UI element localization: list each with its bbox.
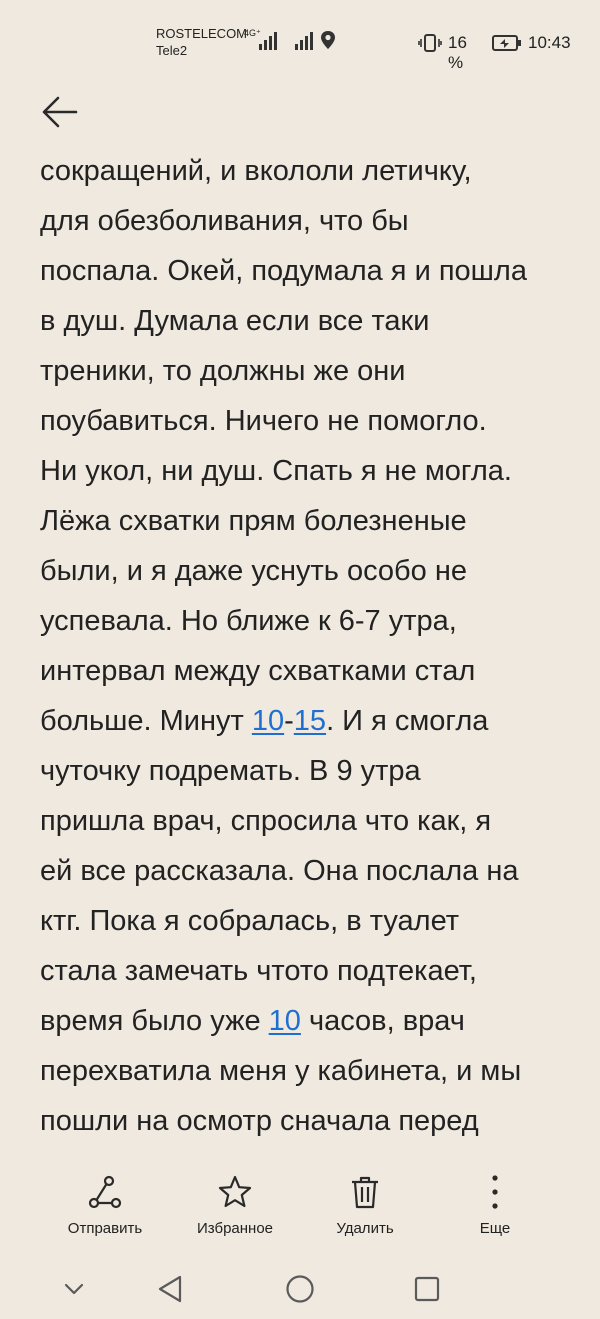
more-button[interactable]: Еще xyxy=(430,1168,560,1248)
note-text-segment: сокращений, и вкололи летичку, для обезб… xyxy=(40,155,527,737)
more-vertical-icon xyxy=(492,1175,498,1209)
vibrate-icon xyxy=(418,34,442,52)
send-button[interactable]: Отправить xyxy=(40,1168,170,1248)
arrow-left-icon xyxy=(42,96,78,128)
star-icon xyxy=(218,1175,252,1208)
signal-icon-2 xyxy=(295,32,313,50)
trash-icon xyxy=(352,1176,378,1209)
chevron-down-icon xyxy=(64,1283,84,1295)
note-body-text[interactable]: сокращений, и вкололи летичку, для обезб… xyxy=(40,146,570,1160)
square-recents-icon xyxy=(414,1276,440,1302)
send-label: Отправить xyxy=(67,1220,143,1237)
nav-home-button[interactable] xyxy=(280,1269,320,1309)
circle-home-icon xyxy=(286,1275,314,1303)
nav-hide-button[interactable] xyxy=(54,1269,94,1309)
note-text-segment: . И я смогла чуточку подремать. В 9 утра… xyxy=(40,705,519,1037)
clock: 10:43 xyxy=(528,33,571,52)
share-icon xyxy=(88,1175,122,1209)
favorite-label: Избранное xyxy=(196,1220,274,1237)
system-nav-bar xyxy=(0,1255,600,1319)
favorite-button[interactable]: Избранное xyxy=(170,1168,300,1248)
carrier-2: Tele2 xyxy=(156,43,188,58)
signal-icon xyxy=(259,32,277,50)
number-link[interactable]: 10 xyxy=(252,705,284,737)
nav-recents-button[interactable] xyxy=(407,1269,447,1309)
number-link[interactable]: 10 xyxy=(269,1005,301,1037)
battery-percent: 16 % xyxy=(448,33,467,72)
number-link[interactable]: 15 xyxy=(294,705,326,737)
triangle-back-icon xyxy=(158,1275,182,1303)
delete-button[interactable]: Удалить xyxy=(300,1168,430,1248)
network-type: 4G⁺ xyxy=(244,28,261,38)
battery-icon xyxy=(492,35,521,51)
carrier-labels: ROSTELECOM Tele2 xyxy=(156,25,247,59)
delete-label: Удалить xyxy=(336,1220,394,1237)
back-button[interactable] xyxy=(38,90,82,134)
nav-back-button[interactable] xyxy=(150,1269,190,1309)
location-icon xyxy=(321,31,335,49)
status-bar: ROSTELECOM Tele2 4G⁺ 16 % 10:43 xyxy=(0,0,600,80)
note-text-segment: - xyxy=(284,705,294,737)
more-label: Еще xyxy=(479,1220,511,1237)
bottom-toolbar: Отправить Избранное Удалить Еще xyxy=(0,1168,600,1248)
carrier-1: ROSTELECOM xyxy=(156,26,248,41)
